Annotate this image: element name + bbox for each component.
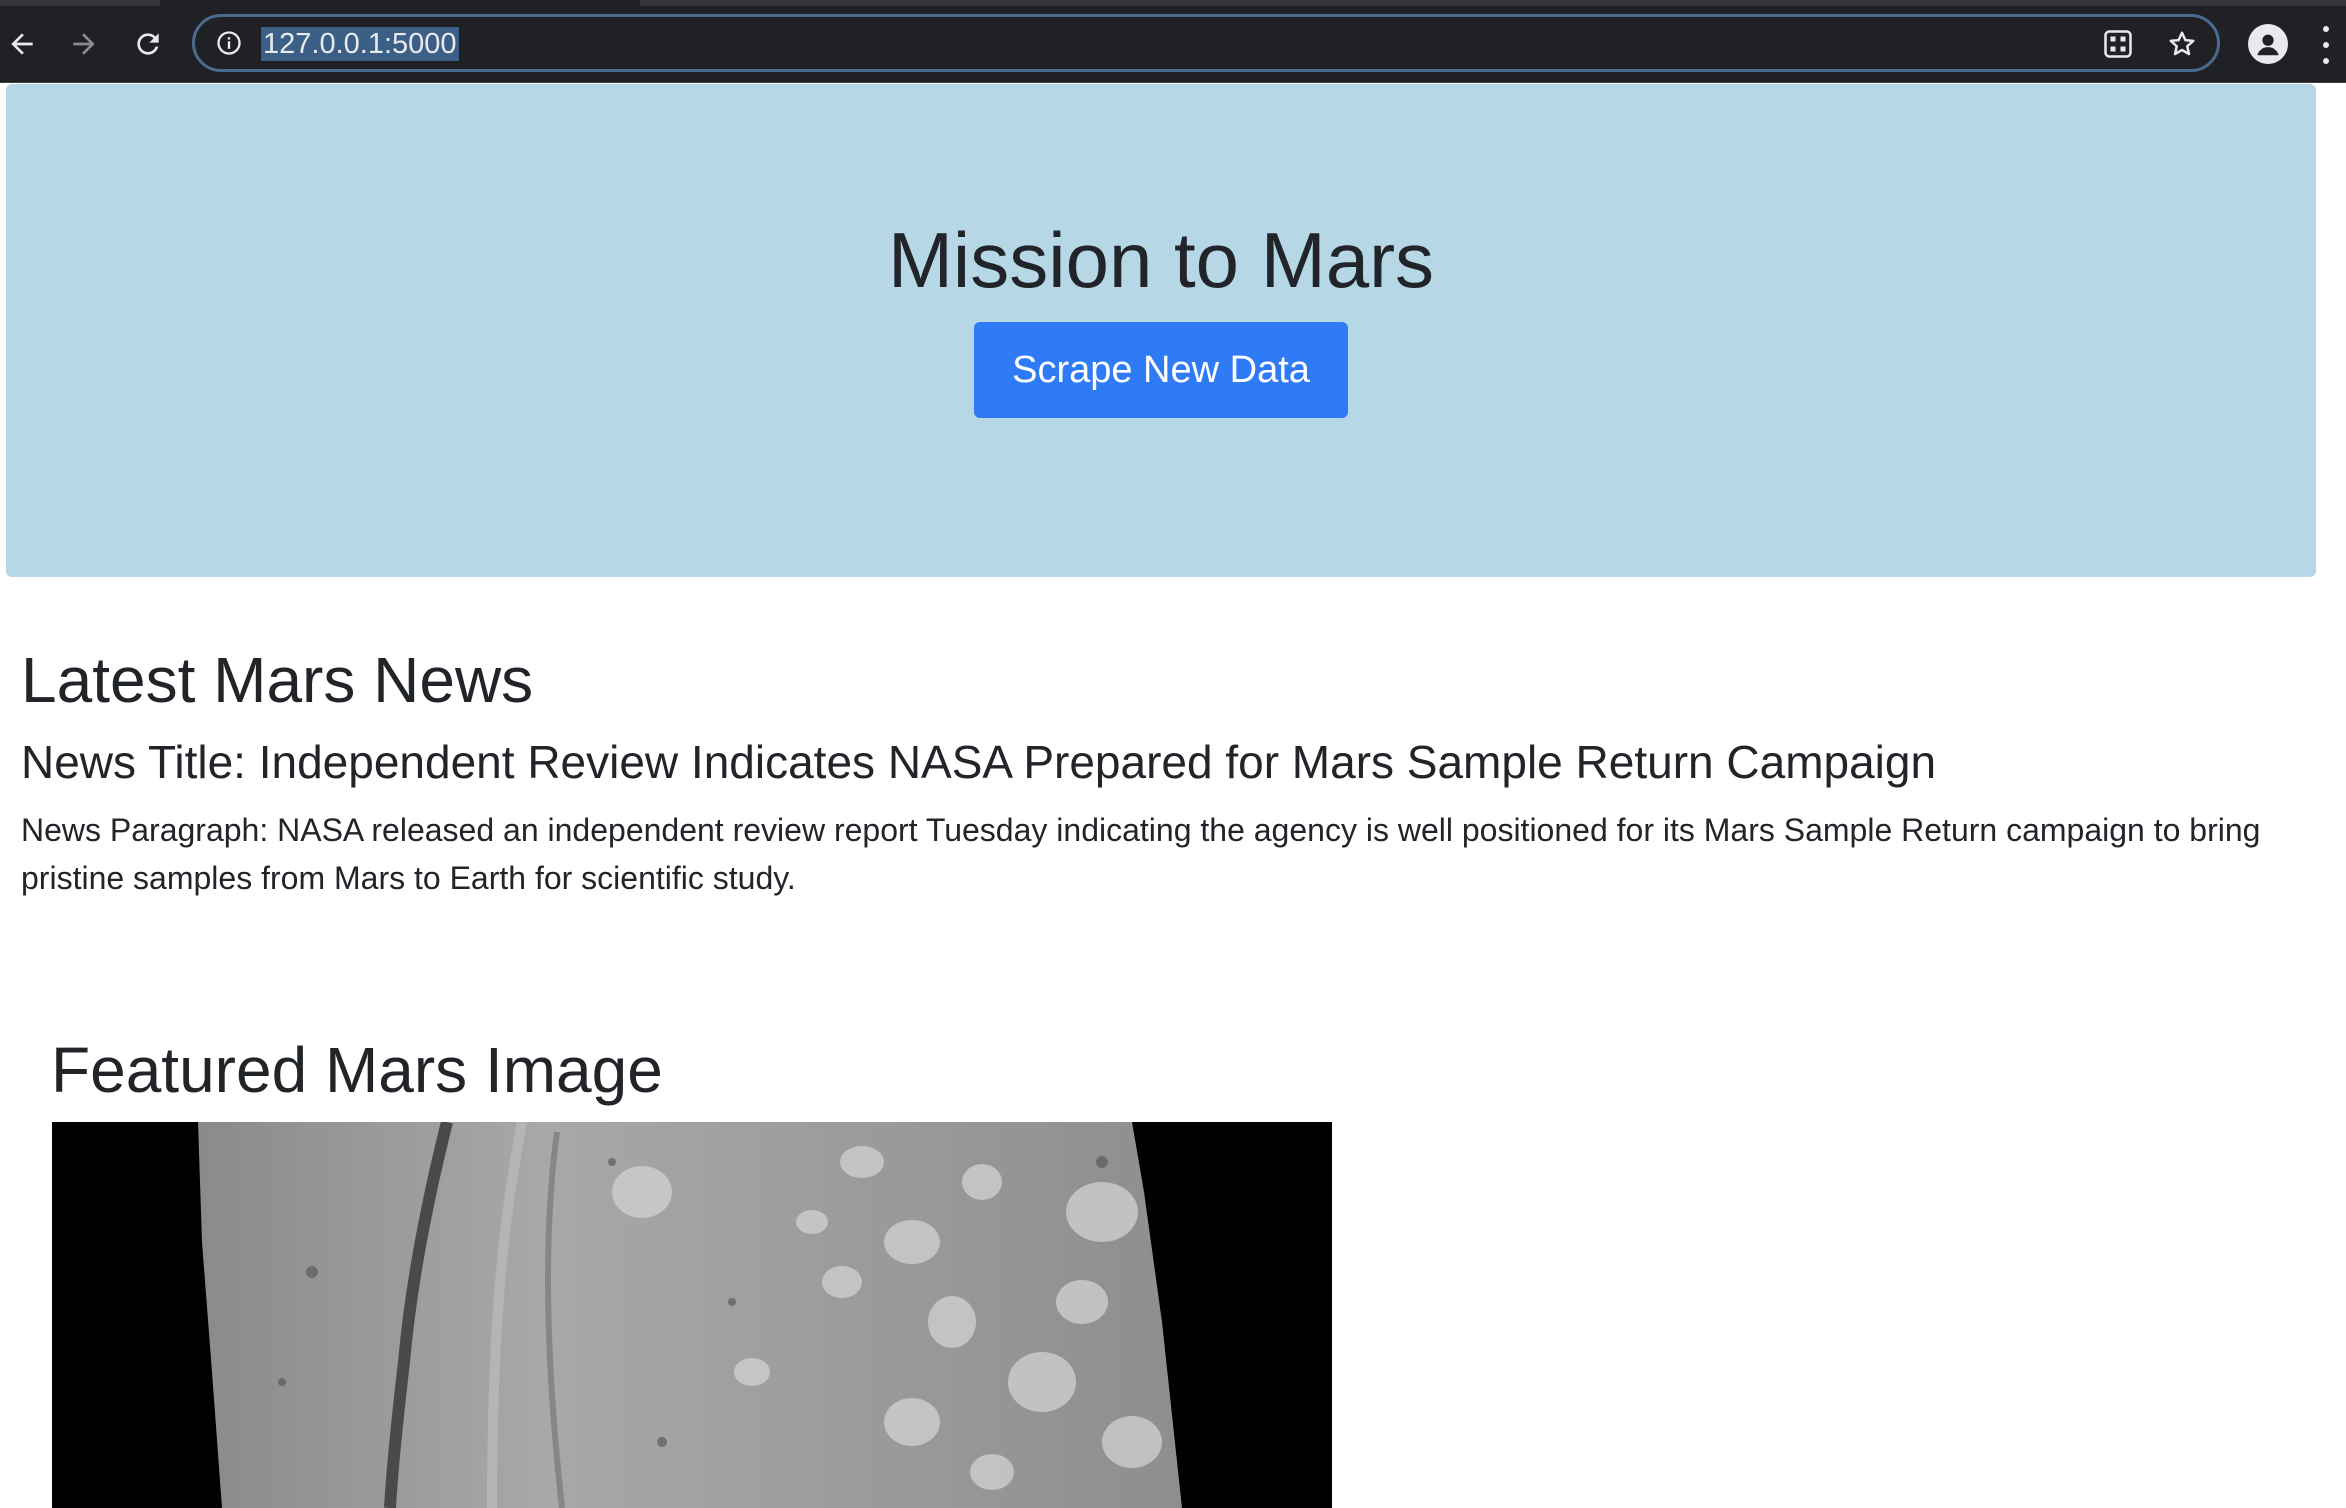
page-title: Mission to Mars: [887, 216, 1435, 304]
menu-dots-icon[interactable]: [2316, 26, 2336, 64]
profile-icon: [2257, 34, 2279, 56]
profile-button[interactable]: [2248, 24, 2288, 64]
news-title: News Title: Independent Review Indicates…: [21, 736, 1937, 788]
qr-code-button[interactable]: [2103, 29, 2133, 59]
site-info-icon[interactable]: [215, 29, 243, 57]
browser-toolbar: 127.0.0.1:5000: [0, 0, 2346, 83]
news-paragraph: News Paragraph: NASA released an indepen…: [21, 812, 2261, 896]
back-arrow-icon: [11, 33, 33, 55]
address-bar[interactable]: 127.0.0.1:5000: [192, 14, 2220, 72]
hero-jumbotron: Mission to Mars Scrape New Data: [6, 84, 2316, 577]
reload-icon: [137, 33, 159, 55]
qr-code-icon: [2104, 30, 2132, 58]
featured-image-heading: Featured Mars Image: [51, 1034, 663, 1106]
forward-arrow-icon: [73, 33, 95, 55]
scrape-new-data-button[interactable]: Scrape New Data: [974, 322, 1348, 418]
back-button[interactable]: [0, 22, 44, 66]
featured-mars-image: [52, 1122, 1332, 1508]
mars-terrain-graphic: [52, 1122, 1332, 1508]
bookmark-star-icon: [2169, 31, 2195, 56]
bookmark-button[interactable]: [2167, 29, 2197, 59]
latest-news-heading: Latest Mars News: [21, 644, 534, 716]
url-text[interactable]: 127.0.0.1:5000: [261, 27, 459, 61]
active-tab-edge[interactable]: [160, 0, 640, 6]
reload-button[interactable]: [126, 22, 170, 66]
forward-button[interactable]: [62, 22, 106, 66]
